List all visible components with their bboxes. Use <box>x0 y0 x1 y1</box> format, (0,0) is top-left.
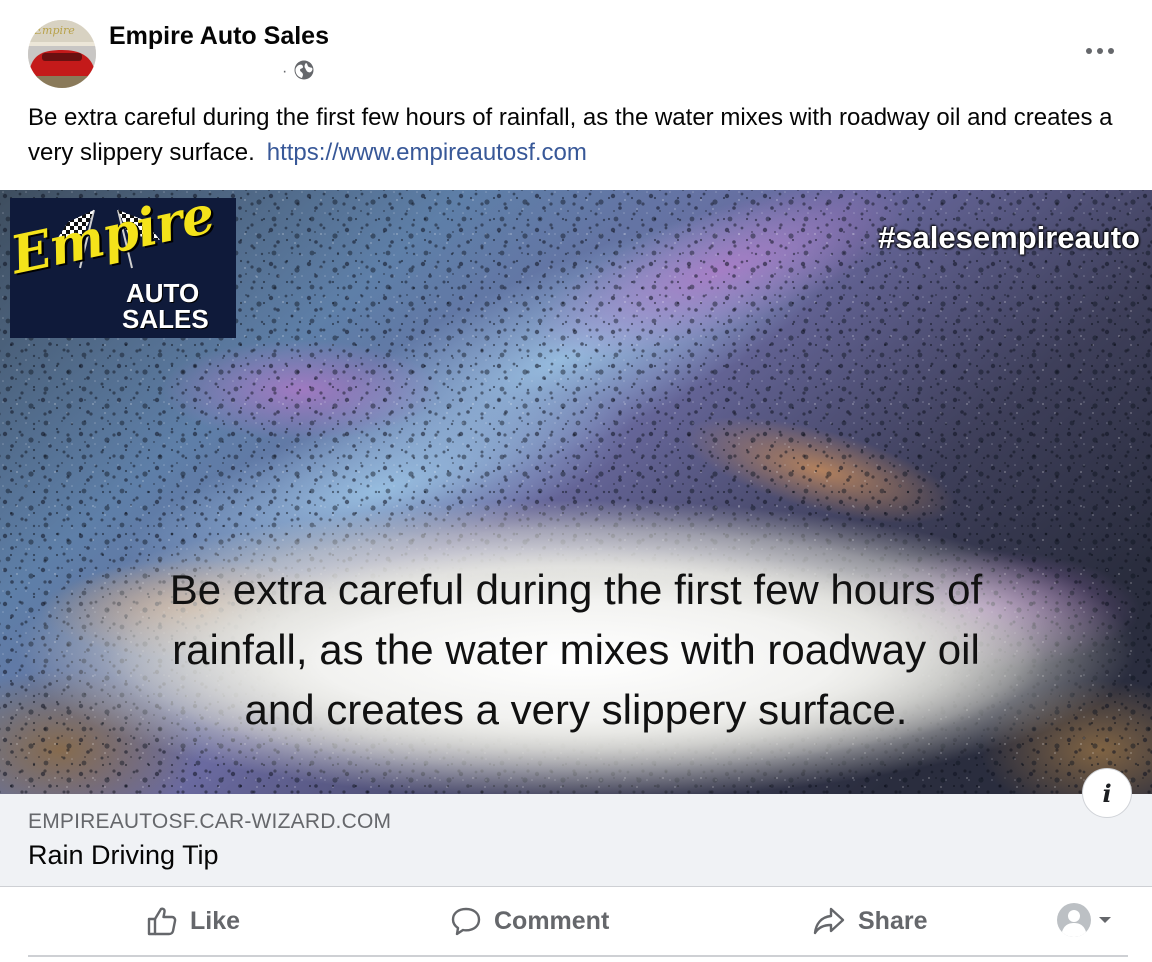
facebook-post: Empire Empire Auto Sales · Be extra care… <box>0 0 1152 962</box>
page-name[interactable]: Empire Auto Sales <box>109 22 329 51</box>
page-avatar[interactable]: Empire <box>28 20 96 88</box>
reaction-profile-selector[interactable] <box>1056 902 1112 938</box>
link-preview-domain: EMPIREAUTOSF.CAR-WIZARD.COM <box>28 810 392 833</box>
profile-avatar-icon <box>1057 903 1091 937</box>
comment-bubble-icon <box>451 907 481 936</box>
hashtag-overlay: #salesempireauto <box>878 220 1140 255</box>
empire-logo: Empire AUTO SALES <box>6 190 236 338</box>
chevron-down-icon <box>1099 917 1111 923</box>
like-button[interactable]: Like <box>146 887 240 955</box>
post-image[interactable]: Empire AUTO SALES #salesempireauto Be ex… <box>0 190 1152 794</box>
comment-button[interactable]: Comment <box>450 887 609 955</box>
actions-divider-bottom <box>28 955 1128 957</box>
info-icon[interactable]: i <box>1082 768 1132 818</box>
like-label: Like <box>190 906 241 935</box>
ellipsis-icon <box>1086 48 1114 54</box>
post-meta: · <box>282 60 315 84</box>
image-caption: Be extra careful during the first few ho… <box>100 560 1052 740</box>
thumbs-up-icon <box>147 907 177 936</box>
avatar-car-image: Empire <box>28 20 96 88</box>
comment-label: Comment <box>494 906 610 935</box>
post-message: Be extra careful during the first few ho… <box>28 100 1138 170</box>
share-label: Share <box>858 906 928 935</box>
meta-separator: · <box>282 63 288 80</box>
share-arrow-icon <box>813 907 845 935</box>
share-button[interactable]: Share <box>812 887 927 955</box>
post-actions: Like Comment Share <box>0 887 1152 955</box>
svg-text:Empire: Empire <box>33 24 75 37</box>
post-header: Empire Empire Auto Sales · <box>0 0 1152 100</box>
caption-line: rainfall, as the water mixes with roadwa… <box>172 626 980 673</box>
post-message-link[interactable]: https://www.empireautosf.com <box>267 139 587 166</box>
globe-icon[interactable] <box>293 59 315 86</box>
more-options-button[interactable] <box>1078 34 1122 68</box>
caption-line: and creates a very slippery surface. <box>244 686 908 733</box>
link-preview[interactable]: EMPIREAUTOSF.CAR-WIZARD.COM Rain Driving… <box>0 794 1152 886</box>
logo-sales: SALES <box>122 304 209 334</box>
caption-line: Be extra careful during the first few ho… <box>169 566 983 613</box>
link-preview-title: Rain Driving Tip <box>28 840 219 870</box>
